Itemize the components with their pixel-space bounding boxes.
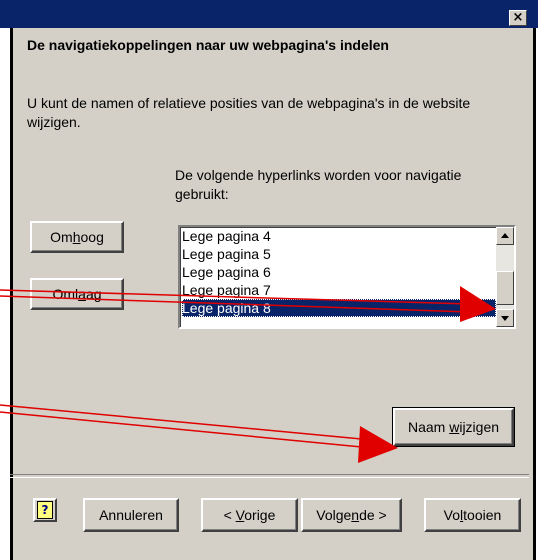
list-scrollbar[interactable] — [496, 227, 514, 327]
page-description: U kunt de namen of relatieve posities va… — [27, 95, 471, 130]
list-item[interactable]: Lege pagina 7 — [182, 281, 496, 299]
close-icon: × — [512, 10, 524, 25]
next-button[interactable]: Volgende > — [301, 498, 402, 532]
previous-button[interactable]: < Vorige — [201, 498, 298, 532]
close-button[interactable]: × — [509, 10, 527, 26]
divider — [10, 474, 529, 478]
help-button[interactable]: ? — [33, 498, 57, 522]
hyperlinks-listbox[interactable]: Lege pagina 4 Lege pagina 5 Lege pagina … — [178, 225, 516, 329]
scroll-down-button[interactable] — [496, 309, 514, 327]
cancel-button[interactable]: Annuleren — [83, 498, 179, 532]
list-item-selected[interactable]: Lege pagina 8 — [182, 299, 496, 317]
finish-button[interactable]: Voltooien — [424, 498, 521, 532]
scroll-thumb[interactable] — [496, 271, 514, 305]
list-label: De volgende hyperlinks worden voor navig… — [175, 167, 462, 202]
triangle-up-icon — [501, 233, 509, 238]
move-up-button[interactable]: Omhoog — [30, 221, 124, 253]
title-bar: × — [0, 0, 538, 28]
list-item[interactable]: Lege pagina 5 — [182, 245, 496, 263]
scroll-up-button[interactable] — [496, 227, 514, 245]
page-title: De navigatiekoppelingen naar uw webpagin… — [27, 37, 389, 53]
move-down-button[interactable]: Omlaag — [30, 278, 124, 310]
list-item[interactable]: Lege pagina 4 — [182, 227, 496, 245]
list-item[interactable]: Lege pagina 6 — [182, 263, 496, 281]
triangle-down-icon — [501, 316, 509, 321]
help-icon: ? — [37, 501, 53, 519]
rename-button[interactable]: Naam wijzigen — [392, 407, 515, 447]
